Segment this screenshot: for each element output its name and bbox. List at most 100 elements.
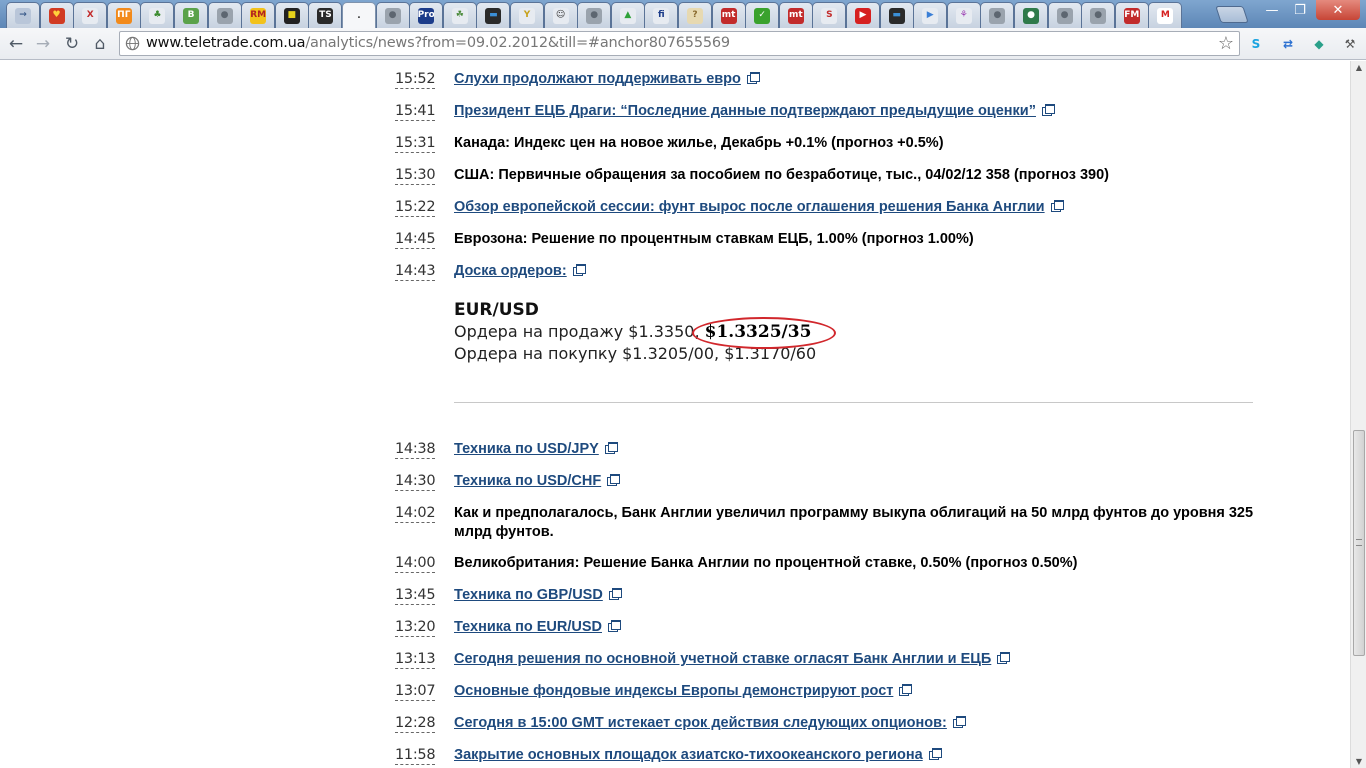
browser-tab-33[interactable]: ● [1081,2,1116,28]
news-headline[interactable]: Доска ордеров: [454,262,1254,281]
news-headline[interactable]: Техника по EUR/USD [454,618,1254,637]
news-link[interactable]: Техника по GBP/USD [454,587,603,603]
news-text: Канада: Индекс цен на новое жилье, Декаб… [454,135,944,151]
news-link[interactable]: Доска ордеров: [454,263,567,279]
skype-icon[interactable]: S [1247,35,1265,53]
reload-button[interactable]: ↻ [60,32,84,56]
open-in-new-window-icon[interactable] [604,442,618,454]
open-in-new-window-icon[interactable] [607,474,621,486]
open-in-new-window-icon[interactable] [1041,104,1055,116]
news-headline[interactable]: Техника по USD/JPY [454,440,1254,459]
browser-tab-12[interactable]: ● [375,2,410,28]
browser-tab-5[interactable]: ♣ [140,2,175,28]
news-link[interactable]: Техника по EUR/USD [454,619,602,635]
news-link[interactable]: Закрытие основных площадок азиатско-тихо… [454,747,923,763]
browser-tab-19[interactable]: ▲ [610,2,645,28]
news-headline[interactable]: Сегодня решения по основной учетной став… [454,650,1254,669]
news-headline[interactable]: Слухи продолжают поддерживать евро [454,70,1254,89]
news-link[interactable]: Обзор европейской сессии: фунт вырос пос… [454,199,1045,215]
browser-tab-27[interactable]: ▬ [879,2,914,28]
browser-tab-26[interactable]: ▶ [846,2,880,28]
vertical-scrollbar[interactable]: ▲ ▼ [1350,61,1366,768]
open-in-new-window-icon[interactable] [608,620,621,632]
news-headline[interactable]: Обзор европейской сессии: фунт вырос пос… [454,198,1254,217]
open-in-new-window-icon[interactable] [1050,200,1064,212]
browser-tab-6[interactable]: B [174,2,208,28]
browser-tab-25[interactable]: S [812,2,847,28]
news-link[interactable]: Техника по USD/CHF [454,473,601,489]
news-headline[interactable]: Сегодня в 15:00 GMT истекает срок действ… [454,714,1254,733]
browser-tab-15[interactable]: ▬ [476,2,511,28]
browser-tab-30[interactable]: ● [980,2,1015,28]
browser-tab-1[interactable]: → [6,2,40,28]
new-tab-button[interactable] [1215,6,1249,23]
news-headline[interactable]: Закрытие основных площадок азиатско-тихо… [454,746,1254,765]
sync-icon[interactable]: ⇄ [1279,35,1297,53]
favicon-icon: ☘ [451,7,468,24]
browser-tab-16[interactable]: Y [510,2,544,28]
news-headline[interactable]: Техника по USD/CHF [454,472,1254,491]
page-info-icon[interactable] [125,36,140,51]
news-time: 15:41 [395,103,436,121]
maximize-button[interactable]: ❐ [1286,0,1314,20]
browser-tab-17[interactable]: ☺ [543,2,578,28]
browser-tab-10[interactable]: TS [308,2,343,28]
browser-tab-20[interactable]: fi [644,2,679,28]
news-link[interactable]: Основные фондовые индексы Европы демонст… [454,683,893,699]
wrench-icon[interactable]: ⚒ [1341,35,1359,53]
favicon-icon: ● [384,7,401,24]
news-link[interactable]: Президент ЕЦБ Драги: “Последние данные п… [454,103,1036,119]
browser-tab-18[interactable]: ● [577,2,612,28]
browser-tab-13[interactable]: Pro [409,2,444,28]
news-link[interactable]: Слухи продолжают поддерживать евро [454,71,741,87]
favicon-icon: ⚘ [955,7,972,24]
favicon-icon: ● [1023,7,1039,24]
favicon-icon: ▬ [485,7,502,24]
browser-tab-8[interactable]: RM [241,2,276,28]
open-in-new-window-icon[interactable] [997,652,1011,664]
browser-tab-21[interactable]: ? [678,2,712,28]
browser-tab-34[interactable]: FM [1114,2,1149,28]
browser-tab-29[interactable]: ⚘ [946,2,981,28]
scroll-up-arrow-icon[interactable]: ▲ [1351,63,1366,72]
address-bar[interactable]: www.teletrade.com.ua/analytics/news?from… [119,31,1240,56]
close-window-button[interactable]: ✕ [1316,0,1360,20]
open-in-new-window-icon[interactable] [952,716,966,728]
news-link[interactable]: Сегодня в 15:00 GMT истекает срок действ… [454,715,947,731]
open-in-new-window-icon[interactable] [746,72,760,84]
browser-tab-2[interactable]: ♥ [39,2,74,28]
url-text[interactable]: www.teletrade.com.ua/analytics/news?from… [146,35,730,51]
back-button[interactable]: ← [4,32,28,56]
browser-tab-23[interactable]: ✓ [745,2,780,28]
order-pair: EUR/USD [454,300,539,320]
browser-tab-9[interactable]: ■ [274,2,309,28]
open-in-new-window-icon[interactable] [928,748,942,760]
scroll-down-arrow-icon[interactable]: ▼ [1351,757,1366,766]
shield-icon[interactable]: ◆ [1310,35,1328,53]
browser-tab-28[interactable]: ▶ [913,2,948,28]
open-in-new-window-icon[interactable] [608,588,622,600]
favicon-icon: ? [687,7,703,24]
browser-tab-31[interactable]: ● [1014,2,1048,28]
news-link[interactable]: Техника по USD/JPY [454,441,599,457]
browser-tab-11[interactable]: . [342,2,376,28]
minimize-button[interactable]: — [1258,0,1286,20]
browser-tab-35[interactable]: M [1148,2,1183,28]
browser-tab-32[interactable]: ● [1047,2,1082,28]
browser-tab-14[interactable]: ☘ [442,2,477,28]
forward-button[interactable]: → [31,32,55,56]
home-button[interactable]: ⌂ [88,32,112,56]
news-headline[interactable]: Основные фондовые индексы Европы демонст… [454,682,1254,701]
browser-tab-7[interactable]: ● [207,2,242,28]
browser-tab-24[interactable]: mt [778,2,813,28]
browser-tab-22[interactable]: mt [711,2,746,28]
browser-tab-3[interactable]: X [73,2,108,28]
news-link[interactable]: Сегодня решения по основной учетной став… [454,651,991,667]
open-in-new-window-icon[interactable] [572,264,586,276]
browser-tab-4[interactable]: ПГ [106,2,141,28]
news-headline[interactable]: Президент ЕЦБ Драги: “Последние данные п… [454,102,1254,121]
scrollbar-thumb[interactable] [1353,430,1365,656]
bookmark-star-icon[interactable]: ☆ [1218,33,1234,54]
news-headline[interactable]: Техника по GBP/USD [454,586,1254,605]
open-in-new-window-icon[interactable] [899,684,913,696]
